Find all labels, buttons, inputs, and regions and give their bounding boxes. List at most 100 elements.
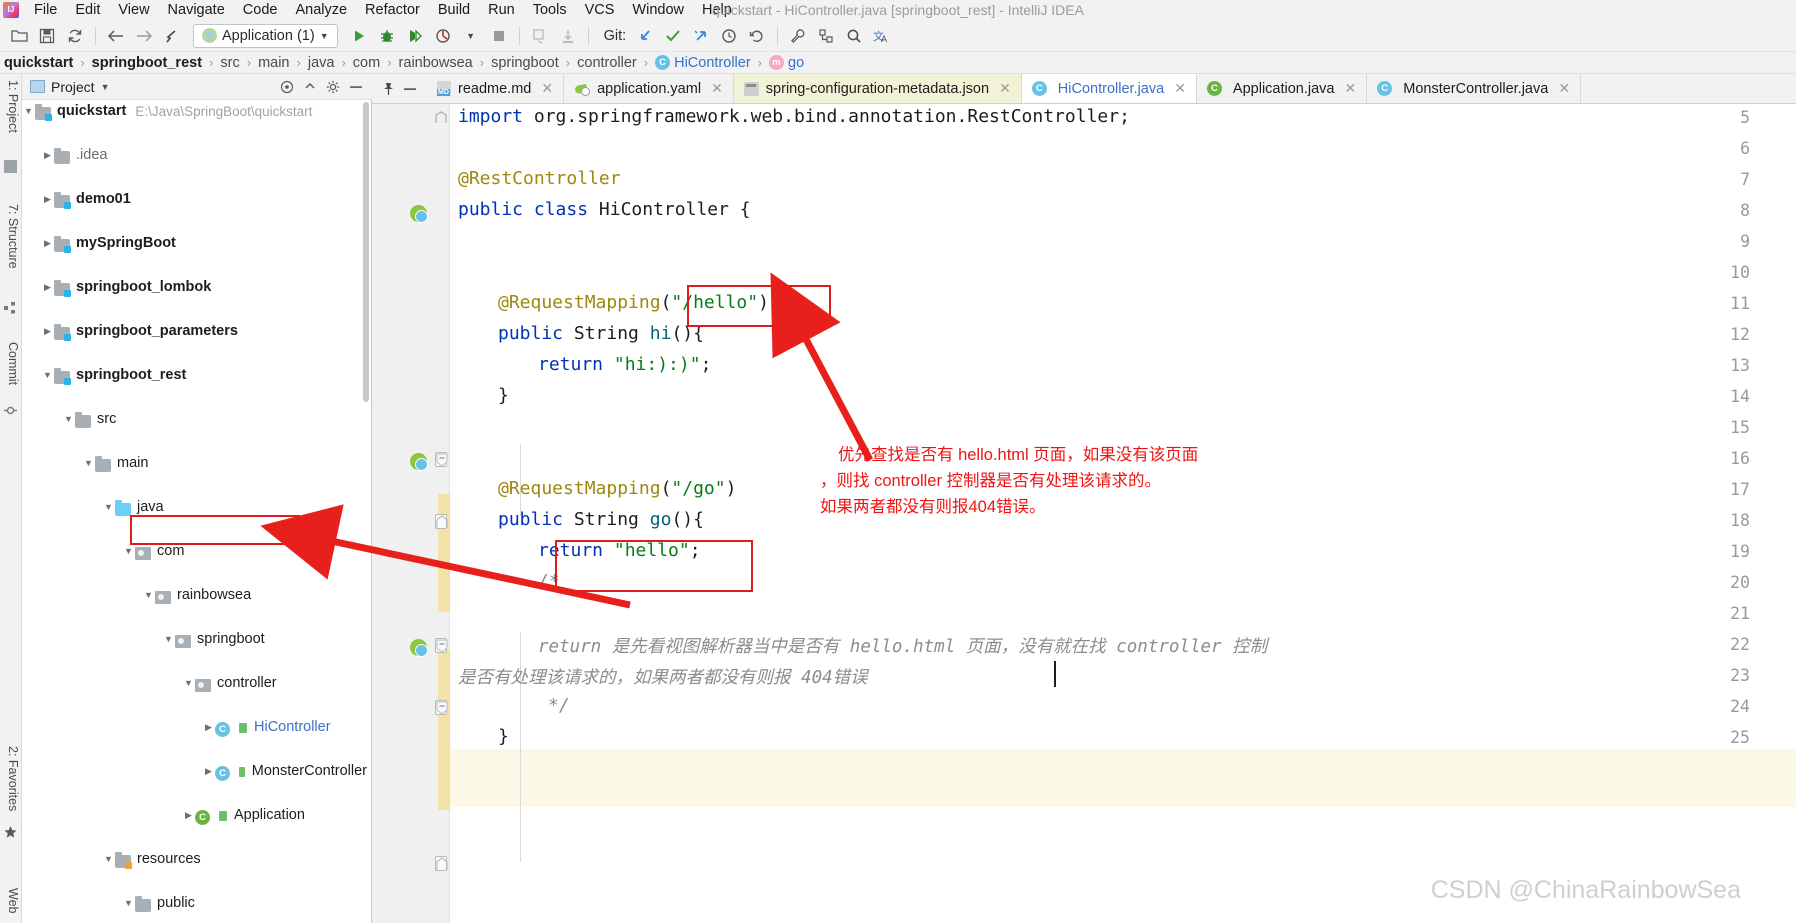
pointer-arrow-icon[interactable] — [159, 23, 185, 49]
chevron-down-icon[interactable]: ▼ — [122, 546, 135, 556]
chevron-down-icon[interactable]: ▼ — [62, 414, 75, 424]
run-class-gutter-icon[interactable] — [410, 205, 428, 223]
hide-icon[interactable] — [349, 80, 363, 94]
translate-icon[interactable]: 文A — [869, 23, 895, 49]
close-icon[interactable]: ✕ — [1558, 80, 1570, 97]
tree-node-resources[interactable]: ▼ resources — [22, 848, 371, 870]
chevron-right-icon[interactable]: ▶ — [41, 326, 54, 337]
chevron-down-icon[interactable]: ▼ — [102, 854, 115, 864]
close-icon[interactable]: ✕ — [1345, 80, 1357, 97]
menu-view[interactable]: View — [109, 2, 158, 18]
breadcrumb-rainbowsea[interactable]: rainbowsea — [399, 55, 473, 71]
sidebar-item-commit[interactable]: Commit — [2, 342, 20, 385]
git-push-icon[interactable] — [688, 23, 714, 49]
chevron-right-icon[interactable]: ▶ — [41, 194, 54, 205]
tree-node-main[interactable]: ▼ main — [22, 452, 371, 474]
chevron-right-icon[interactable]: ▶ — [202, 722, 215, 733]
run-with-coverage-icon[interactable] — [402, 23, 428, 49]
search-icon[interactable] — [841, 23, 867, 49]
project-tree-scrollbar[interactable] — [363, 102, 369, 402]
chevron-down-icon[interactable]: ▼ — [142, 590, 155, 600]
project-tree[interactable]: ▼ quickstart E:\Java\SpringBoot\quicksta… — [22, 100, 372, 923]
commit-icon[interactable] — [4, 404, 17, 417]
menu-file[interactable]: File — [25, 2, 66, 18]
stop-square-icon[interactable] — [486, 23, 512, 49]
tab-monstercontroller-java[interactable]: C MonsterController.java ✕ — [1367, 74, 1582, 103]
save-icon[interactable] — [34, 23, 60, 49]
rollback-undo-icon[interactable] — [744, 23, 770, 49]
close-icon[interactable]: ✕ — [541, 80, 553, 97]
chevron-right-icon[interactable]: ▶ — [182, 810, 195, 821]
chevron-down-icon[interactable]: ▼ — [458, 23, 484, 49]
menu-refactor[interactable]: Refactor — [356, 2, 429, 18]
breadcrumb-springboot-rest[interactable]: springboot_rest — [92, 55, 202, 71]
breadcrumb-controller[interactable]: controller — [577, 55, 637, 71]
chevron-down-icon[interactable]: ▼ — [102, 502, 115, 512]
chevron-down-icon[interactable]: ▼ — [101, 82, 110, 92]
menu-window[interactable]: Window — [623, 2, 693, 18]
chevron-right-icon[interactable]: ▶ — [202, 766, 215, 777]
debug-bug-icon[interactable] — [374, 23, 400, 49]
menu-build[interactable]: Build — [429, 2, 479, 18]
arrow-forward-icon[interactable] — [131, 23, 157, 49]
tree-node-quickstart[interactable]: ▼ quickstart E:\Java\SpringBoot\quicksta… — [22, 100, 371, 122]
breadcrumb-main[interactable]: main — [258, 55, 289, 71]
profiler-icon[interactable] — [430, 23, 456, 49]
menu-edit[interactable]: Edit — [66, 2, 109, 18]
tree-node-hicontroller[interactable]: ▶ C HiController — [22, 716, 371, 738]
tree-node-application-class[interactable]: ▶ C Application — [22, 804, 371, 826]
tab-readme-md[interactable]: MD readme.md ✕ — [427, 74, 565, 103]
code-editor[interactable]: 5 6 7 8 9 10 11 12 13 14 15 16 17 18 19 … — [372, 104, 1796, 923]
git-commit-check-icon[interactable] — [660, 23, 686, 49]
tree-node-springboot-lombok[interactable]: ▶ springboot_lombok — [22, 276, 371, 298]
tree-node-myspringboot[interactable]: ▶ mySpringBoot — [22, 232, 371, 254]
chevron-down-icon[interactable]: ▼ — [182, 678, 195, 688]
tree-node-controller-pkg[interactable]: ▼ controller — [22, 672, 371, 694]
fold-marker-icon[interactable] — [435, 856, 448, 871]
run-method-gutter-icon[interactable] — [410, 453, 428, 471]
tab-hicontroller-java[interactable]: C HiController.java ✕ — [1021, 74, 1197, 103]
breadcrumb-go[interactable]: m go — [769, 55, 804, 71]
tab-application-java[interactable]: C Application.java ✕ — [1196, 74, 1368, 103]
tree-node-springboot-rest[interactable]: ▼ springboot_rest — [22, 364, 371, 386]
breadcrumb-quickstart[interactable]: quickstart — [4, 55, 73, 71]
sync-refresh-icon[interactable] — [62, 23, 88, 49]
tab-spring-configuration-metadata-json[interactable]: spring-configuration-metadata.json ✕ — [733, 74, 1022, 103]
chevron-down-icon[interactable]: ▼ — [82, 458, 95, 468]
chevron-down-icon[interactable]: ▼ — [41, 370, 54, 380]
arrow-back-icon[interactable] — [103, 23, 129, 49]
chevron-right-icon[interactable]: ▶ — [41, 150, 54, 161]
build-hammer-icon[interactable] — [527, 23, 553, 49]
tree-node-public[interactable]: ▼ public — [22, 892, 371, 914]
menu-run[interactable]: Run — [479, 2, 524, 18]
tree-node-src[interactable]: ▼ src — [22, 408, 371, 430]
run-configuration-selector[interactable]: Application (1) ▼ — [193, 23, 338, 48]
open-folder-icon[interactable] — [6, 23, 32, 49]
run-play-icon[interactable] — [346, 23, 372, 49]
chevron-down-icon[interactable]: ▼ — [22, 106, 35, 116]
menu-code[interactable]: Code — [234, 2, 287, 18]
menu-navigate[interactable]: Navigate — [159, 2, 234, 18]
fold-marker-icon[interactable] — [435, 638, 448, 653]
chevron-right-icon[interactable]: ▶ — [41, 238, 54, 249]
history-clock-icon[interactable] — [716, 23, 742, 49]
star-icon[interactable] — [4, 826, 17, 839]
chevron-down-icon[interactable]: ▼ — [122, 898, 135, 908]
breadcrumb-springboot[interactable]: springboot — [491, 55, 559, 71]
fold-marker-icon[interactable] — [435, 111, 447, 126]
structure-icon[interactable] — [813, 23, 839, 49]
tree-node-idea[interactable]: ▶ .idea — [22, 144, 371, 166]
fold-marker-icon[interactable] — [435, 700, 448, 715]
close-icon[interactable]: ✕ — [711, 80, 723, 97]
gear-icon[interactable] — [326, 80, 340, 94]
update-project-icon[interactable] — [555, 23, 581, 49]
git-update-icon[interactable] — [632, 23, 658, 49]
menu-tools[interactable]: Tools — [524, 2, 576, 18]
hide-editor-icon[interactable] — [403, 82, 417, 96]
sidebar-item-favorites[interactable]: 2: Favorites — [2, 746, 20, 811]
close-icon[interactable]: ✕ — [1174, 80, 1186, 97]
breadcrumb-com[interactable]: com — [353, 55, 380, 71]
menu-analyze[interactable]: Analyze — [286, 2, 356, 18]
fold-marker-icon[interactable] — [435, 452, 448, 467]
collapse-all-icon[interactable] — [303, 80, 317, 94]
